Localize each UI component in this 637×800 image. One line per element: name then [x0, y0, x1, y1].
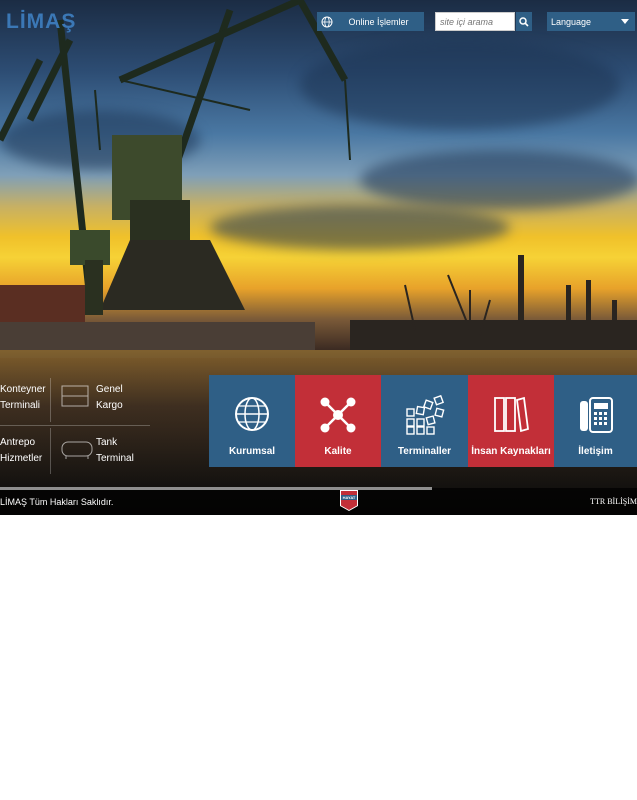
phone-icon: [579, 397, 613, 433]
side-link-line: Konteyner: [0, 384, 46, 395]
online-services-button[interactable]: Online İşlemler: [317, 12, 424, 31]
language-label: Language: [551, 16, 592, 27]
divider: [50, 428, 51, 474]
side-link-line: Tank: [96, 437, 118, 448]
site-logo[interactable]: LİMAŞ: [6, 10, 76, 34]
blocks-icon: [405, 395, 444, 435]
online-services-label: Online İşlemler: [348, 16, 409, 27]
side-link-container-terminal[interactable]: Konteyner Terminali: [0, 382, 46, 414]
tile-insan-kaynaklari[interactable]: İnsan Kaynakları: [468, 375, 554, 467]
copyright-text: LİMAŞ Tüm Hakları Saklıdır.: [0, 497, 114, 507]
container-icon: [61, 385, 89, 407]
tile-terminaller[interactable]: Terminaller: [381, 375, 468, 467]
side-link-line: Hizmetler: [0, 453, 43, 464]
side-link-line: Terminal: [96, 453, 134, 464]
side-link-line: Antrepo: [0, 437, 36, 448]
side-link-general-cargo[interactable]: Genel Kargo: [96, 382, 123, 414]
tile-label: İnsan Kaynakları: [471, 446, 551, 457]
tile-kurumsal[interactable]: Kurumsal: [209, 375, 295, 467]
credit-text[interactable]: TTR BİLİŞİM: [590, 497, 637, 506]
chevron-down-icon: [621, 19, 629, 24]
hayat-badge-icon: HAYAT: [340, 490, 358, 511]
globe-icon: [321, 16, 333, 27]
tile-iletisim[interactable]: İletişim: [554, 375, 637, 467]
search-input[interactable]: [435, 12, 515, 31]
side-link-line: Kargo: [96, 400, 123, 411]
side-link-line: Terminali: [0, 400, 41, 411]
books-icon: [494, 396, 529, 433]
language-select[interactable]: Language: [547, 12, 635, 31]
network-icon: [320, 397, 356, 433]
side-link-warehouse[interactable]: Antrepo Hizmetler: [0, 435, 42, 467]
divider: [0, 425, 150, 426]
horizontal-scrollbar[interactable]: [0, 487, 432, 490]
tile-kalite[interactable]: Kalite: [295, 375, 381, 467]
side-link-line: Genel: [96, 384, 123, 395]
footer-bar: LİMAŞ Tüm Hakları Saklıdır. HAYAT TTR Bİ…: [0, 488, 637, 515]
tile-label: Kalite: [324, 446, 352, 457]
tile-label: İletişim: [578, 446, 613, 457]
hayat-badge[interactable]: HAYAT: [340, 490, 358, 511]
search-icon: [519, 16, 529, 27]
tile-label: Terminaller: [397, 446, 452, 457]
globe-icon: [235, 397, 269, 431]
side-link-tank-terminal[interactable]: Tank Terminal: [96, 435, 134, 467]
svg-text:HAYAT: HAYAT: [343, 495, 356, 500]
search-button[interactable]: [516, 12, 532, 31]
tank-icon: [61, 441, 93, 459]
divider: [50, 378, 51, 422]
tile-label: Kurumsal: [228, 446, 276, 457]
